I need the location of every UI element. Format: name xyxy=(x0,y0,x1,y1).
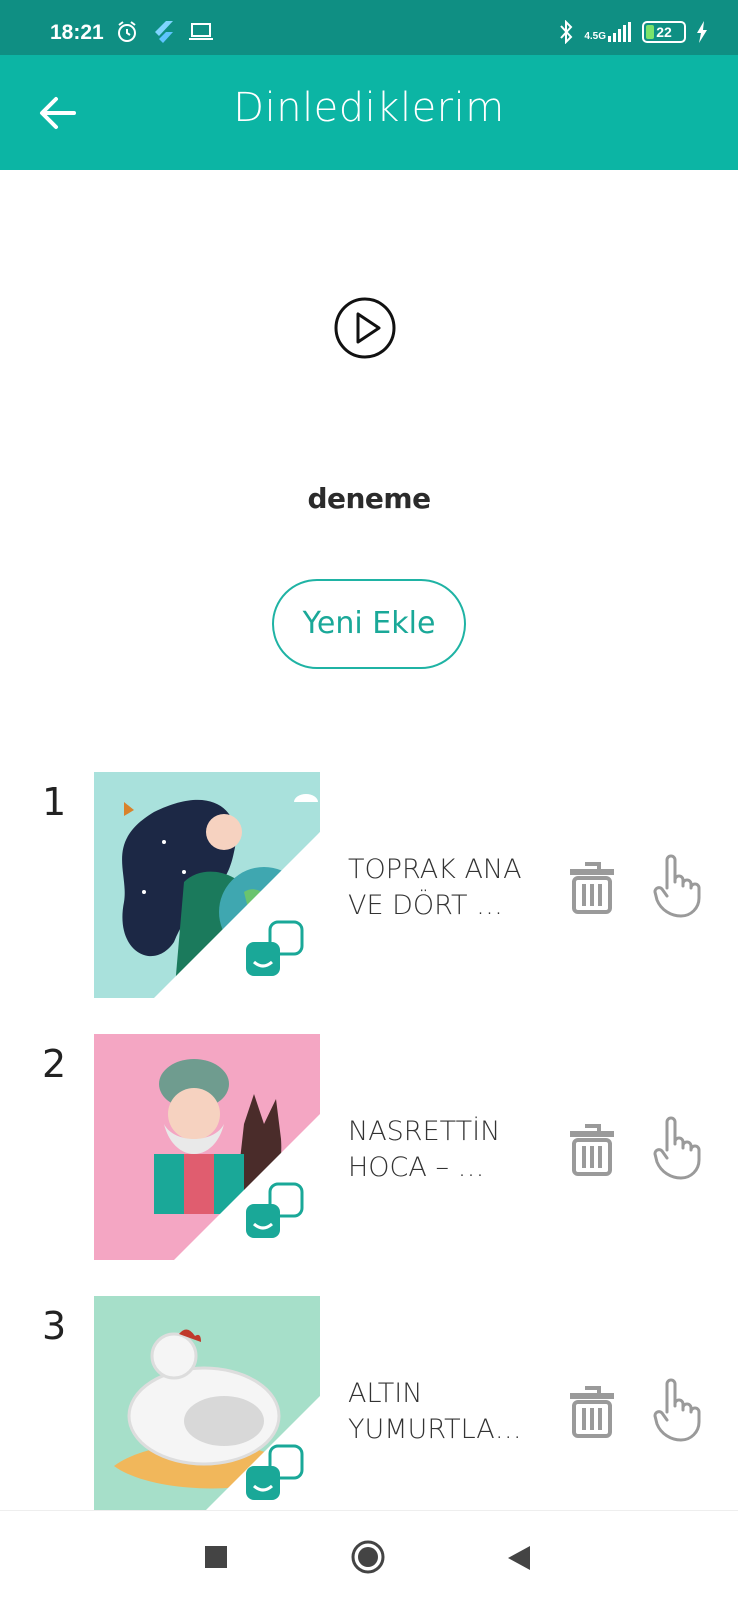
nav-back-button[interactable] xyxy=(506,1544,532,1572)
battery-icon: 22 xyxy=(642,21,686,43)
flutter-icon xyxy=(155,21,173,43)
back-icon xyxy=(508,1546,530,1570)
story-illustration-hen xyxy=(94,1296,320,1510)
delete-button[interactable] xyxy=(568,860,616,916)
trash-icon xyxy=(570,1386,614,1438)
home-icon xyxy=(351,1540,385,1574)
bluetooth-icon xyxy=(560,20,573,44)
item-title: NASRETTİN HOCA – … xyxy=(348,1116,501,1183)
list-item: 2 NASRETTİN HOCA – … xyxy=(0,1022,738,1262)
item-title: ALTIN YUMURTLA… xyxy=(348,1378,522,1445)
status-icons-left xyxy=(116,20,214,44)
story-illustration-nasrettin xyxy=(94,1034,320,1260)
trash-icon xyxy=(570,862,614,914)
alarm-icon xyxy=(118,21,136,42)
item-thumbnail[interactable] xyxy=(94,1296,320,1510)
hand-pointer-icon xyxy=(653,854,701,918)
charging-icon xyxy=(697,21,707,43)
delete-button[interactable] xyxy=(568,1122,616,1178)
story-illustration-toprak xyxy=(94,772,320,998)
add-new-button[interactable]: Yeni Ekle xyxy=(272,579,466,669)
item-index: 1 xyxy=(42,780,67,824)
item-title: TOPRAK ANA VE DÖRT … xyxy=(348,854,522,921)
battery-level: 22 xyxy=(656,24,672,40)
drag-handle[interactable] xyxy=(653,852,701,918)
status-bar: 18:21 4.5G 22 xyxy=(0,0,738,55)
page-title: Dinlediklerim xyxy=(233,85,505,131)
laptop-icon xyxy=(189,23,213,40)
item-index: 2 xyxy=(42,1042,67,1086)
network-type: 4.5G xyxy=(584,22,632,42)
network-label: 4.5G xyxy=(584,31,606,42)
track-name: deneme xyxy=(307,482,431,515)
item-index: 3 xyxy=(42,1304,67,1348)
item-thumbnail[interactable] xyxy=(94,772,320,998)
system-nav-bar xyxy=(0,1510,738,1600)
drag-handle[interactable] xyxy=(653,1376,701,1442)
status-time: 18:21 xyxy=(50,21,104,44)
list-item: 3 ALTIN YUMURTLA… xyxy=(0,1284,738,1510)
play-button[interactable] xyxy=(333,296,397,360)
drag-handle[interactable] xyxy=(653,1114,701,1180)
playlist: 1 TOPRAK ANA VE DÖRT … 2 NASRETTİN HOCA … xyxy=(0,760,738,1510)
status-icons-right: 4.5G 22 xyxy=(558,20,708,44)
list-item: 1 TOPRAK ANA VE DÖRT … xyxy=(0,760,738,1000)
app-bar: Dinlediklerim xyxy=(0,55,738,170)
trash-icon xyxy=(570,1124,614,1176)
delete-button[interactable] xyxy=(568,1384,616,1440)
hand-pointer-icon xyxy=(653,1116,701,1180)
play-circle-icon xyxy=(334,297,396,359)
recent-apps-icon[interactable] xyxy=(205,1546,227,1568)
signal-icon xyxy=(608,22,631,42)
hand-pointer-icon xyxy=(653,1378,701,1442)
home-button[interactable] xyxy=(351,1540,385,1574)
item-thumbnail[interactable] xyxy=(94,1034,320,1260)
